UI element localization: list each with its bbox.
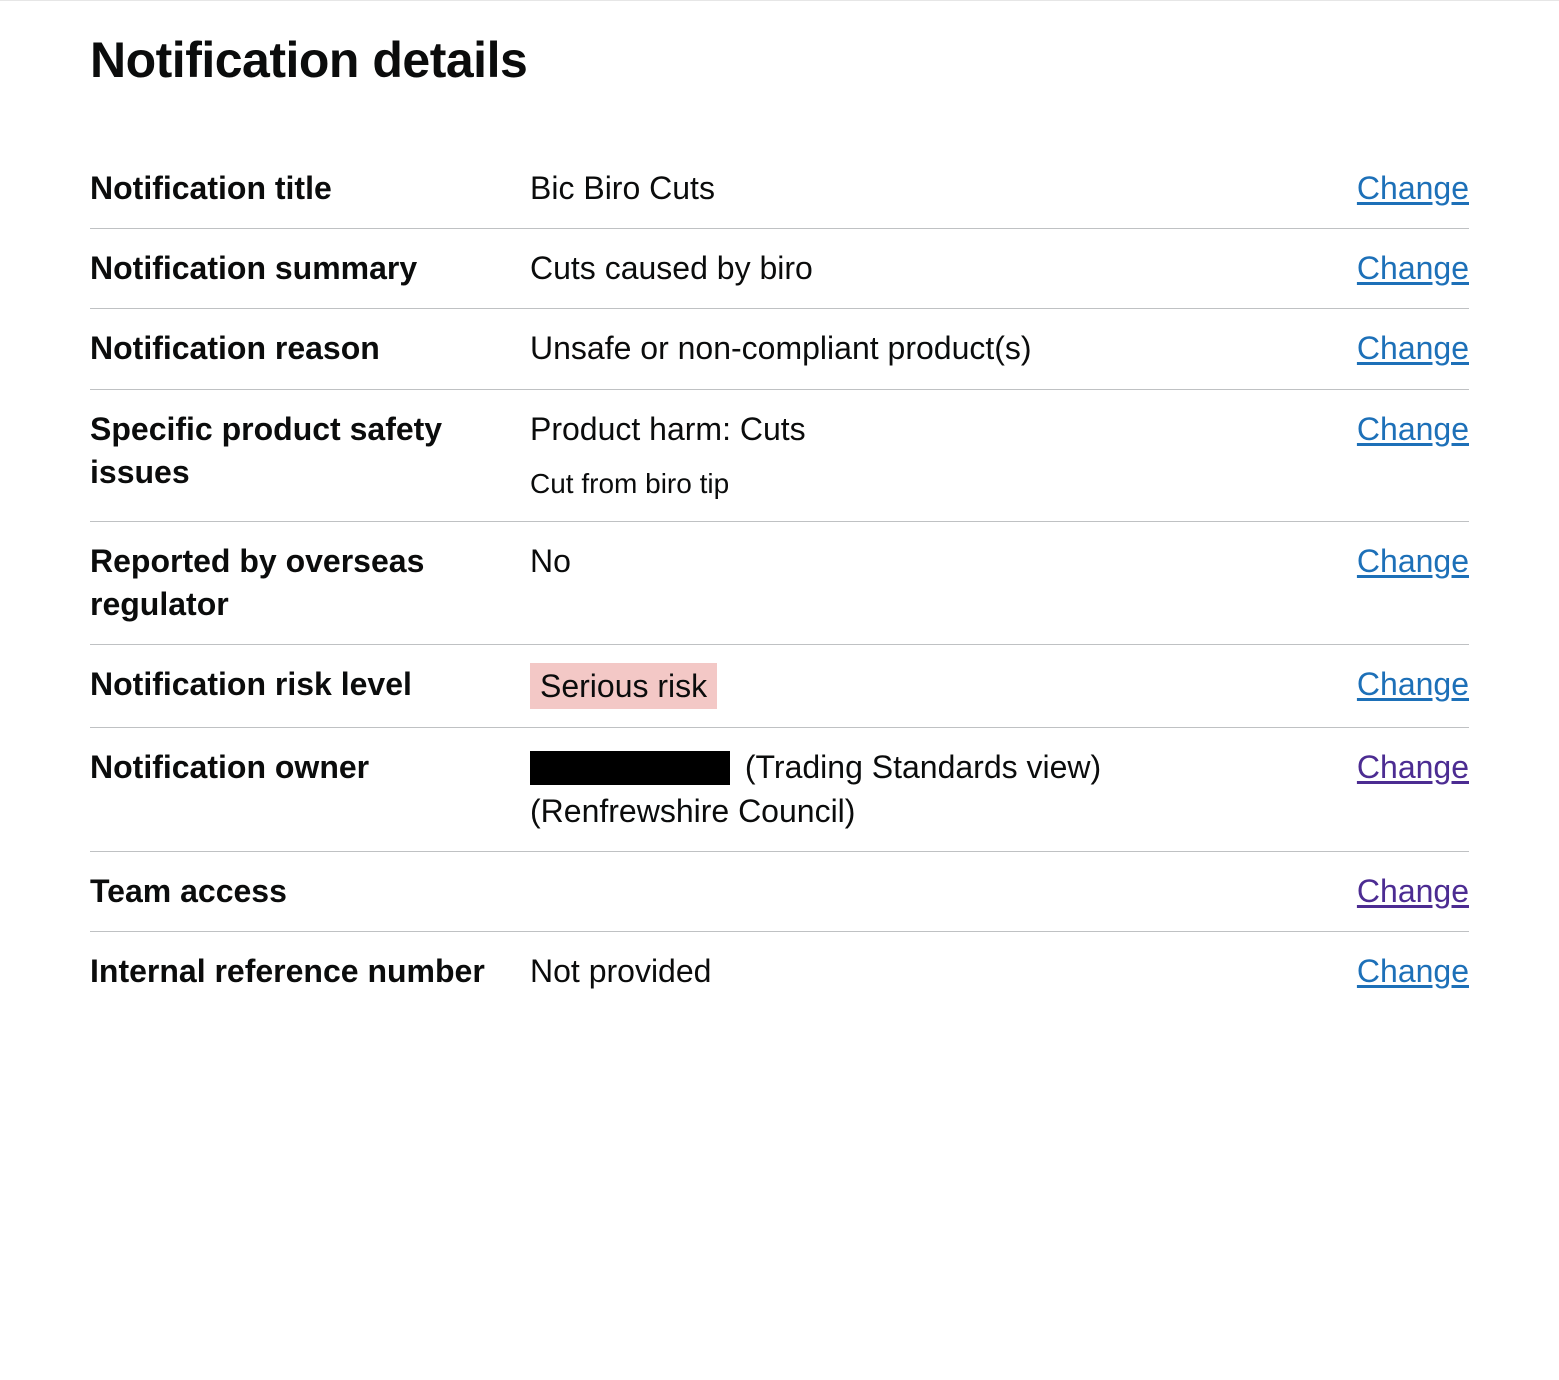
row-value-sub: Cut from biro tip xyxy=(530,465,1337,503)
row-value: No xyxy=(530,540,1357,583)
row-value: Cuts caused by biro xyxy=(530,247,1357,290)
summary-list: Notification title Bic Biro Cuts Change … xyxy=(90,149,1469,1011)
row-notification-owner: Notification owner (Trading Standards vi… xyxy=(90,728,1469,851)
row-team-access: Team access Change xyxy=(90,852,1469,932)
row-value: (Trading Standards view) (Renfrewshire C… xyxy=(530,746,1357,832)
change-link-summary[interactable]: Change xyxy=(1357,250,1469,286)
row-key: Specific product safety issues xyxy=(90,408,530,494)
row-actions: Change xyxy=(1357,950,1469,993)
row-notification-summary: Notification summary Cuts caused by biro… xyxy=(90,229,1469,309)
notification-details-page: Notification details Notification title … xyxy=(0,0,1559,1011)
row-value: Serious risk xyxy=(530,663,1357,709)
change-link-team-access[interactable]: Change xyxy=(1357,873,1469,909)
row-key: Notification owner xyxy=(90,746,530,789)
row-actions: Change xyxy=(1357,746,1469,789)
row-actions: Change xyxy=(1357,408,1469,451)
row-value: Unsafe or non-compliant product(s) xyxy=(530,327,1357,370)
row-key: Notification reason xyxy=(90,327,530,370)
row-actions: Change xyxy=(1357,167,1469,210)
row-key: Notification risk level xyxy=(90,663,530,706)
change-link-internal-ref[interactable]: Change xyxy=(1357,953,1469,989)
row-value: Product harm: Cuts Cut from biro tip xyxy=(530,408,1357,503)
row-key: Internal reference number xyxy=(90,950,530,993)
row-actions: Change xyxy=(1357,247,1469,290)
risk-tag: Serious risk xyxy=(530,663,717,709)
change-link-risk[interactable]: Change xyxy=(1357,666,1469,702)
row-safety-issues: Specific product safety issues Product h… xyxy=(90,390,1469,522)
redacted-owner-name xyxy=(530,751,730,785)
page-title: Notification details xyxy=(90,31,1469,89)
row-value: Not provided xyxy=(530,950,1357,993)
row-actions: Change xyxy=(1357,327,1469,370)
row-notification-reason: Notification reason Unsafe or non-compli… xyxy=(90,309,1469,389)
row-key: Team access xyxy=(90,870,530,913)
row-risk-level: Notification risk level Serious risk Cha… xyxy=(90,645,1469,728)
owner-suffix-2: (Renfrewshire Council) xyxy=(530,793,855,829)
change-link-title[interactable]: Change xyxy=(1357,170,1469,206)
row-key: Reported by overseas regulator xyxy=(90,540,530,626)
row-value-main: Product harm: Cuts xyxy=(530,411,806,447)
row-notification-title: Notification title Bic Biro Cuts Change xyxy=(90,149,1469,229)
change-link-owner[interactable]: Change xyxy=(1357,749,1469,785)
row-key: Notification title xyxy=(90,167,530,210)
row-key: Notification summary xyxy=(90,247,530,290)
row-internal-reference: Internal reference number Not provided C… xyxy=(90,932,1469,1011)
row-actions: Change xyxy=(1357,540,1469,583)
row-value: Bic Biro Cuts xyxy=(530,167,1357,210)
row-actions: Change xyxy=(1357,870,1469,913)
owner-suffix-1: (Trading Standards view) xyxy=(745,749,1101,785)
change-link-overseas[interactable]: Change xyxy=(1357,543,1469,579)
row-overseas-regulator: Reported by overseas regulator No Change xyxy=(90,522,1469,645)
row-actions: Change xyxy=(1357,663,1469,706)
change-link-issues[interactable]: Change xyxy=(1357,411,1469,447)
change-link-reason[interactable]: Change xyxy=(1357,330,1469,366)
